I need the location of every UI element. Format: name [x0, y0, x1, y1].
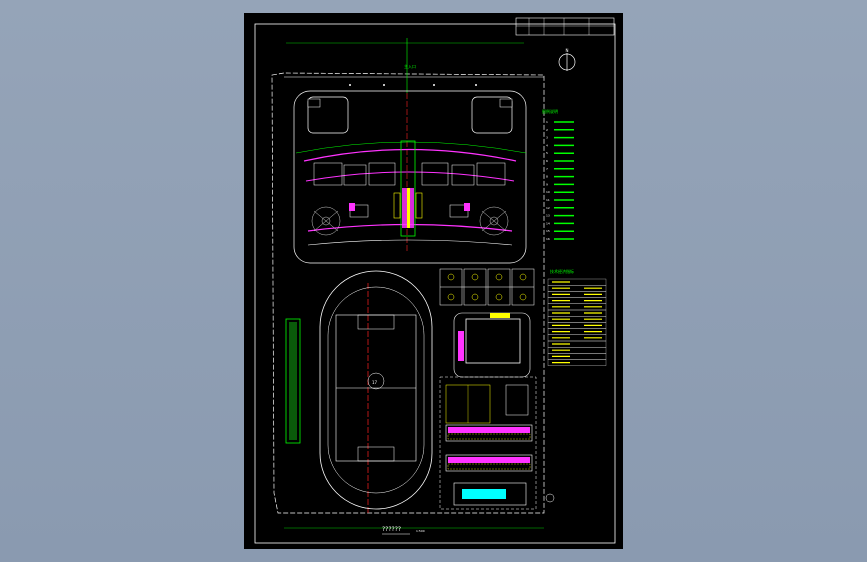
drawing-sheet: N 主入口 17 图例说明 1 2 3 4 5 6 7 8 9 10 11 12…: [244, 13, 623, 549]
basketball-courts: [439, 268, 535, 306]
indicator-table: 技术经济指标: [547, 268, 607, 366]
trees: [349, 84, 477, 86]
legend: 图例说明 12345678910111213141516: [542, 108, 574, 241]
legend-item-number: 12: [546, 206, 550, 210]
drawing-scale: 1:500: [416, 529, 425, 533]
running-track-outer: [319, 270, 433, 510]
legend-item-number: 11: [546, 198, 550, 202]
legend-item-number: 15: [546, 229, 550, 233]
site-plan-drawing: N 主入口 17 图例说明 12345678910111213141516 技术…: [254, 17, 616, 544]
legend-header: 图例说明: [542, 108, 558, 114]
legend-item-number: 1: [546, 120, 548, 124]
main-building-curve-outer: [303, 148, 517, 162]
drawing-title: ??????: [382, 526, 401, 533]
gym-compound: [453, 312, 531, 378]
title-block: [515, 17, 615, 36]
cad-viewer-background: N 主入口 17 图例说明 1 2 3 4 5 6 7 8 9 10 11 12…: [0, 0, 867, 562]
legend-item-number: 3: [546, 136, 548, 140]
legend-item-number: 7: [546, 167, 548, 171]
legend-item-number: 14: [546, 221, 550, 225]
legend-item-number: 10: [546, 190, 550, 194]
legend-item-number: 16: [546, 237, 550, 241]
garden-right: [479, 206, 509, 236]
canteen-roof: [462, 489, 506, 499]
garden-left: [311, 206, 341, 236]
table-header: 技术经济指标: [550, 268, 574, 274]
center-mark: 17: [372, 380, 378, 385]
legend-item-number: 9: [546, 182, 548, 186]
gate-label: 主入口: [404, 63, 416, 69]
site-boundary: [271, 72, 545, 514]
legend-item-number: 6: [546, 159, 548, 163]
legend-item-number: 13: [546, 214, 550, 218]
legend-item-number: 5: [546, 151, 548, 155]
main-building-curve-inner: [305, 171, 515, 182]
north-label: N: [566, 48, 569, 53]
legend-item-number: 2: [546, 128, 548, 132]
penalty-area-north: [357, 314, 395, 330]
legend-item-number: 8: [546, 175, 548, 179]
north-arrow-icon: N: [558, 48, 576, 71]
legend-item-number: 4: [546, 143, 548, 147]
gymnasium: [465, 318, 521, 364]
penalty-area-south: [357, 446, 395, 462]
running-track-inner: [327, 286, 425, 494]
